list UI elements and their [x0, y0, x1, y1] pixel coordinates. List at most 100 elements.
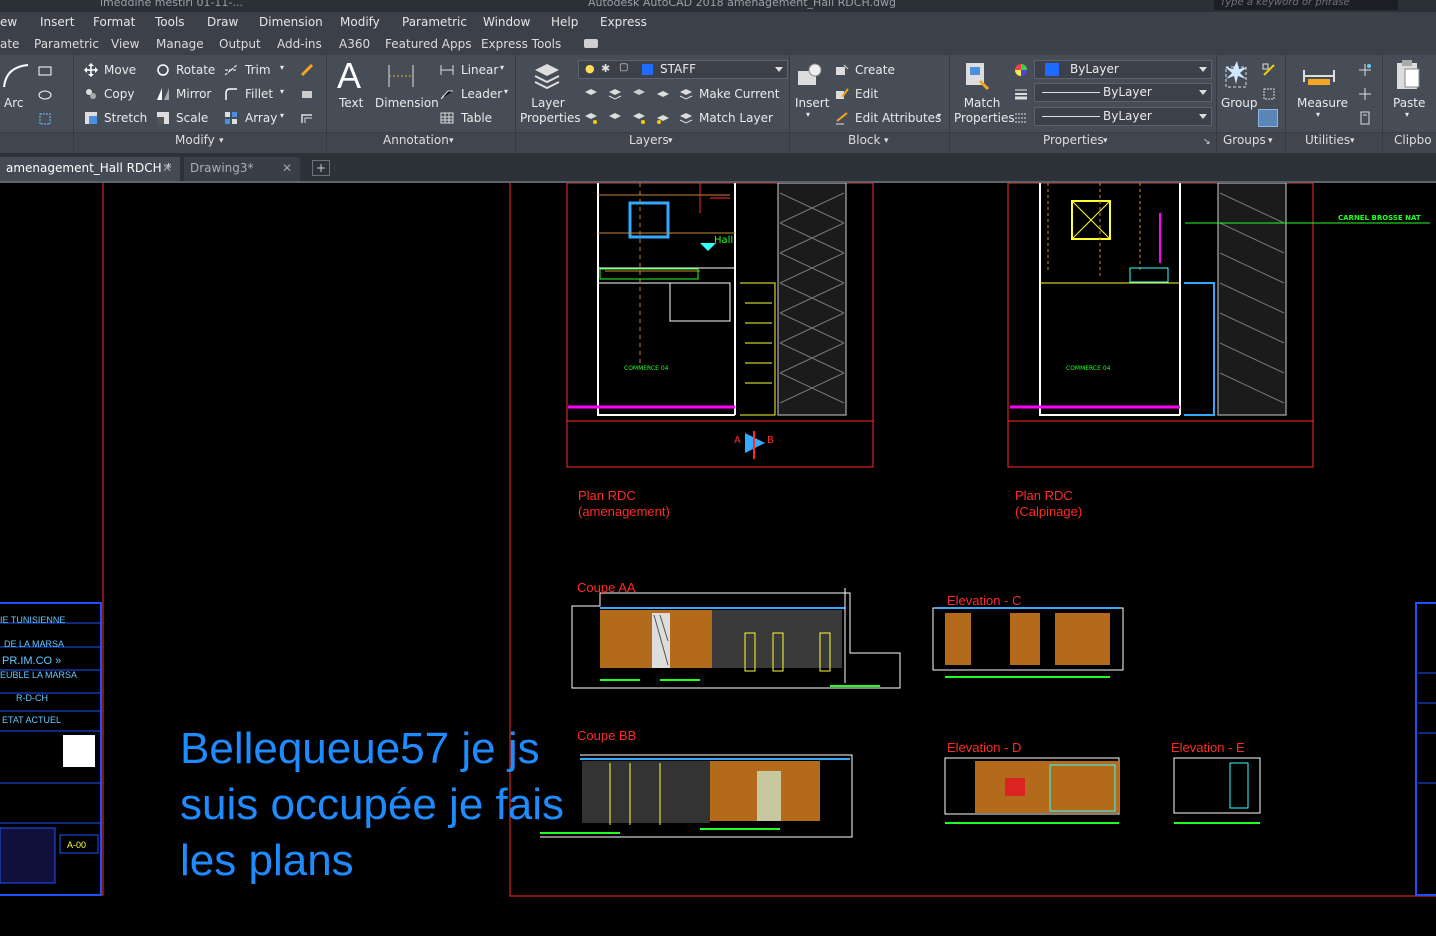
table-button[interactable]: Table	[461, 111, 492, 125]
paste-dropdown-icon[interactable]: ▾	[1405, 110, 1409, 119]
layer-tool-icon[interactable]	[656, 111, 670, 125]
layers-panel-label[interactable]: Layers	[629, 133, 669, 153]
clipboard-panel-label[interactable]: Clipbo	[1394, 133, 1432, 153]
menu-draw[interactable]: Draw	[207, 15, 238, 29]
paste-button[interactable]: Paste	[1393, 96, 1425, 110]
new-tab-button[interactable]: +	[312, 160, 330, 176]
menu-tools[interactable]: Tools	[155, 15, 185, 29]
drawing-canvas[interactable]: Plan RDC (amenagement) Plan RDC (Calpina…	[0, 183, 1436, 936]
menu-window[interactable]: Window	[483, 15, 530, 29]
measure-button[interactable]: Measure	[1297, 96, 1348, 110]
tab-view[interactable]: View	[111, 37, 139, 51]
region-icon[interactable]	[38, 112, 52, 126]
linear-button[interactable]: Linear	[461, 63, 498, 77]
text-button[interactable]: Text	[339, 96, 363, 110]
ribbon-options-icon[interactable]	[584, 39, 598, 48]
group-edit-icon[interactable]	[1262, 87, 1276, 101]
insert-dropdown-icon[interactable]: ▾	[806, 110, 810, 119]
layer-tool-icon[interactable]	[608, 87, 622, 101]
menu-express[interactable]: Express	[600, 15, 647, 29]
elevation-c	[932, 607, 1124, 678]
tab-addins[interactable]: Add-ins	[277, 37, 322, 51]
groups-panel-label[interactable]: Groups	[1223, 133, 1266, 153]
ungroup-icon[interactable]	[1262, 63, 1276, 77]
layer-tool-icon[interactable]	[632, 87, 646, 101]
tab-featured-apps[interactable]: Featured Apps	[385, 37, 471, 51]
mirror-button[interactable]: Mirror	[176, 87, 211, 101]
group-button[interactable]: Group	[1221, 96, 1258, 110]
rectangle-icon[interactable]	[38, 64, 52, 78]
title-block-line: DE LA MARSA	[4, 639, 65, 649]
current-layer-name: STAFF	[660, 62, 697, 76]
arc-button[interactable]: Arc	[4, 96, 23, 110]
edit-attributes-button[interactable]: Edit Attributes	[855, 111, 941, 125]
modify-panel-label[interactable]: Modify	[175, 133, 215, 153]
offset-icon[interactable]	[300, 111, 314, 125]
make-current-button[interactable]: Make Current	[699, 87, 780, 101]
layer-tool-icon[interactable]	[608, 111, 622, 125]
point-icon[interactable]	[1358, 87, 1372, 101]
match-layer-button[interactable]: Match Layer	[699, 111, 773, 125]
quick-select-icon[interactable]	[1358, 63, 1372, 77]
erase-icon[interactable]	[300, 63, 314, 77]
edit-button[interactable]: Edit	[855, 87, 878, 101]
trim-button[interactable]: Trim	[245, 63, 271, 77]
menu-modify[interactable]: Modify	[340, 15, 380, 29]
hatch-icon[interactable]	[38, 88, 52, 102]
array-dropdown-icon[interactable]: ▾	[280, 111, 284, 120]
explode-icon[interactable]	[300, 87, 314, 101]
menu-view[interactable]: ew	[0, 15, 17, 29]
block-panel-label[interactable]: Block	[848, 133, 880, 153]
fillet-button[interactable]: Fillet	[245, 87, 273, 101]
menu-parametric[interactable]: Parametric	[402, 15, 467, 29]
annotation-panel-label[interactable]: Annotation	[383, 133, 449, 153]
leader-button[interactable]: Leader	[461, 87, 502, 101]
tab-manage[interactable]: Manage	[156, 37, 204, 51]
properties-panel-label[interactable]: Properties	[1043, 133, 1104, 153]
tab-annotate[interactable]: ate	[0, 37, 19, 51]
layer-properties-button[interactable]: Layer Properties	[520, 96, 581, 126]
close-icon[interactable]: ✕	[282, 157, 292, 179]
menu-format[interactable]: Format	[93, 15, 135, 29]
layer-dropdown[interactable]: ● ✱ ▢ STAFF	[578, 60, 788, 79]
move-button[interactable]: Move	[104, 63, 136, 77]
create-button[interactable]: Create	[855, 63, 895, 77]
title-bar: imeddine mestiri 01-11-... Autodesk Auto…	[0, 0, 1436, 12]
copy-button[interactable]: Copy	[104, 87, 134, 101]
trim-dropdown-icon[interactable]: ▾	[280, 63, 284, 72]
utilities-panel-label[interactable]: Utilities	[1305, 133, 1350, 153]
calculator-icon[interactable]	[1358, 111, 1372, 125]
menu-insert[interactable]: Insert	[40, 15, 74, 29]
menu-dimension[interactable]: Dimension	[259, 15, 323, 29]
layer-tool-icon[interactable]	[656, 87, 670, 101]
linear-dropdown-icon[interactable]: ▾	[500, 63, 504, 72]
linetype-dropdown[interactable]: ByLayer	[1034, 83, 1212, 102]
rotate-button[interactable]: Rotate	[176, 63, 215, 77]
group-selection-toggle-icon[interactable]	[1258, 109, 1278, 127]
dimension-button[interactable]: Dimension	[375, 96, 439, 110]
tab-parametric[interactable]: Parametric	[34, 37, 99, 51]
lineweight-dropdown[interactable]: ByLayer	[1034, 107, 1212, 126]
fillet-dropdown-icon[interactable]: ▾	[280, 87, 284, 96]
file-tab-active[interactable]: amenagement_Hall RDCH * ✕	[0, 157, 180, 181]
dimension-icon	[388, 65, 414, 87]
insert-button[interactable]: Insert	[795, 96, 829, 110]
measure-dropdown-icon[interactable]: ▾	[1316, 110, 1320, 119]
tab-a360[interactable]: A360	[339, 37, 370, 51]
layer-tool-icon[interactable]	[584, 111, 598, 125]
edit-attributes-dropdown-icon[interactable]: ▾	[937, 111, 941, 120]
match-properties-button[interactable]: Match Properties	[954, 96, 1015, 126]
scale-button[interactable]: Scale	[176, 111, 208, 125]
menu-help[interactable]: Help	[551, 15, 578, 29]
tab-output[interactable]: Output	[219, 37, 261, 51]
layer-tool-icon[interactable]	[632, 111, 646, 125]
help-search-input[interactable]: Type a keyword or phrase	[1214, 0, 1398, 10]
tab-express-tools[interactable]: Express Tools	[481, 37, 561, 51]
color-dropdown[interactable]: ByLayer	[1034, 60, 1212, 79]
layer-tool-icon[interactable]	[584, 87, 598, 101]
file-tab[interactable]: Drawing3* ✕	[184, 157, 300, 181]
leader-dropdown-icon[interactable]: ▾	[504, 87, 508, 96]
stretch-button[interactable]: Stretch	[104, 111, 147, 125]
array-button[interactable]: Array	[245, 111, 277, 125]
close-icon[interactable]: ✕	[162, 157, 172, 179]
